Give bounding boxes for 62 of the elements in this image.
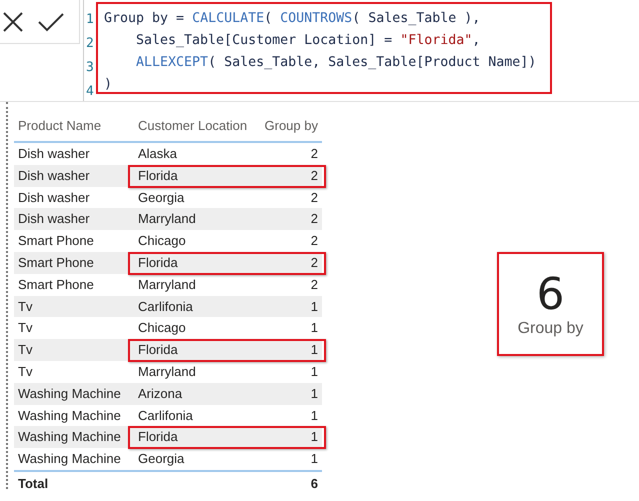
table-cell-text: 2 [310, 188, 319, 207]
line-number: 1 [86, 11, 95, 29]
code-line[interactable]: ALLEXCEPT( Sales_Table, Sales_Table[Product Name]) [136, 52, 536, 74]
table-cell: Florida [134, 164, 252, 187]
table-cell-text: 1 [310, 341, 319, 360]
table-cell: Florida [134, 339, 252, 361]
table-cell-text: 1 [310, 362, 319, 381]
table-cell-text: Dish washer [17, 188, 91, 207]
column-header[interactable]: Product Name [14, 114, 134, 143]
table-cell-text: Dish washer [17, 210, 91, 228]
table-cell-text: Tv [17, 319, 34, 338]
kpi-value: 6 [536, 270, 564, 320]
total-value: 6 [252, 470, 322, 496]
table-cell-text: 2 [310, 166, 319, 185]
table-cell-text: Carlifonia [137, 298, 194, 316]
table-cell-text: 2 [310, 254, 319, 272]
table-cell-text: Washing Machine [17, 384, 122, 403]
column-header[interactable]: Group by [252, 114, 322, 143]
total-label: Total [14, 470, 134, 496]
table-cell: Florida [134, 252, 252, 274]
table-cell-text: Marryland [137, 362, 197, 381]
line-number: 4 [86, 83, 95, 101]
table-cell-text: 2 [310, 232, 319, 250]
table-cell-text: 1 [310, 384, 319, 403]
table-cell-text: Washing Machine [17, 428, 122, 446]
check-icon[interactable] [38, 12, 64, 32]
table-cell-text: Georgia [137, 450, 186, 468]
code-line[interactable]: Group by = CALCULATE( COUNTROWS( Sales_Table ), [104, 8, 536, 30]
column-header[interactable]: Customer Location [134, 114, 252, 143]
table-cell-text: 1 [310, 406, 319, 425]
table-cell-text: Marryland [137, 210, 197, 228]
table-cell-text: Tv [17, 298, 34, 316]
code-line[interactable]: Sales_Table[Customer Location] = "Florida", [136, 30, 536, 52]
table-cell-text: 1 [310, 298, 319, 316]
table-cell-text: Dish washer [17, 145, 91, 163]
table-cell-text: Tv [17, 362, 34, 381]
table-cell-text: Washing Machine [17, 406, 122, 425]
table-cell-text: Marryland [137, 276, 197, 294]
table-cell-text: Chicago [137, 319, 187, 338]
table-cell-text: 1 [310, 450, 319, 468]
table-cell-text: Georgia [137, 188, 186, 207]
line-number: 2 [86, 35, 95, 53]
table-cell-text: Tv [17, 341, 34, 360]
cancel-icon[interactable] [2, 10, 24, 32]
table-cell-text: Carlifonia [137, 406, 194, 425]
table-cell: Florida [134, 426, 252, 448]
table-cell-text: Arizona [137, 384, 184, 403]
table-cell-text: Smart Phone [17, 276, 95, 294]
table-cell-text: 2 [310, 276, 319, 294]
table-cell-text: Dish washer [17, 166, 91, 185]
table-cell-text: Alaska [137, 145, 178, 163]
table-cell-text: 1 [310, 428, 319, 446]
table-cell-text: 2 [310, 145, 319, 163]
line-number: 3 [86, 59, 95, 77]
table-cell-text: Washing Machine [17, 450, 122, 468]
table-cell-text: Chicago [137, 232, 187, 250]
table-cell-text: 2 [310, 210, 319, 228]
table-cell-text: 1 [310, 319, 319, 338]
kpi-label: Group by [518, 320, 584, 338]
code-line[interactable]: ) [104, 74, 536, 96]
table-cell-text: Smart Phone [17, 254, 95, 272]
table-cell-text: Smart Phone [17, 232, 95, 250]
